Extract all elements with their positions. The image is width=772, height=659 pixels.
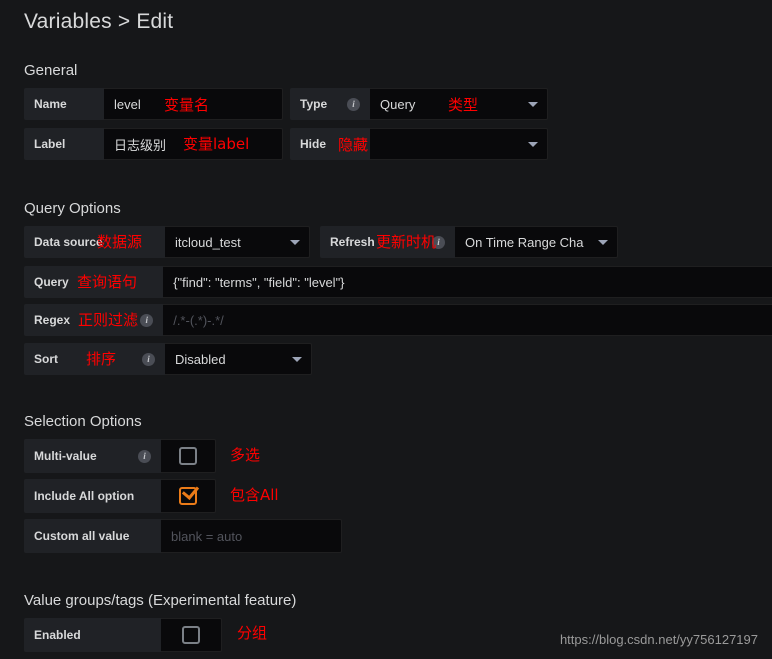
annotation-name: 变量名 <box>164 96 210 114</box>
data-source-select[interactable]: itcloud_test <box>165 226 310 258</box>
annotation-data-source: 数据源 <box>97 233 143 251</box>
refresh-select-value: On Time Range Cha <box>465 234 584 250</box>
annotation-enabled: 分组 <box>237 624 268 642</box>
form-row-include-all: Include All option <box>24 479 216 513</box>
form-row-type: Type i Query <box>290 88 548 120</box>
form-row-multi-value: Multi-value i <box>24 439 216 473</box>
chevron-down-icon <box>290 240 300 245</box>
annotation-regex: 正则过滤 <box>78 311 139 329</box>
annotation-sort: 排序 <box>86 350 117 368</box>
section-heading-selection-options: Selection Options <box>24 413 142 430</box>
form-row-sort: Sort i Disabled <box>24 343 312 375</box>
chevron-down-icon <box>528 142 538 147</box>
hide-select[interactable] <box>370 128 548 160</box>
chevron-down-icon <box>292 357 302 362</box>
multi-value-label: Multi-value <box>34 449 97 463</box>
type-select-value: Query <box>380 96 416 112</box>
include-all-label: Include All option <box>24 479 161 513</box>
section-heading-query-options: Query Options <box>24 200 121 217</box>
form-row-custom-all-value: Custom all value blank = auto <box>24 519 342 553</box>
multi-value-checkbox-cell[interactable] <box>161 439 216 473</box>
sort-label: Sort <box>34 352 58 366</box>
form-row-data-source: Data source itcloud_test <box>24 226 310 258</box>
chevron-down-icon <box>528 102 538 107</box>
annotation-type: 类型 <box>448 96 479 114</box>
enabled-label: Enabled <box>24 618 161 652</box>
form-row-refresh: Refresh i On Time Range Cha <box>320 226 618 258</box>
type-label-cell: Type i <box>290 88 370 120</box>
query-input[interactable]: {"find": "terms", "field": "level"} <box>163 266 772 298</box>
name-label: Name <box>24 88 104 120</box>
refresh-label: Refresh <box>330 235 375 249</box>
multi-value-label-cell: Multi-value i <box>24 439 161 473</box>
custom-all-value-input[interactable]: blank = auto <box>161 519 342 553</box>
info-icon[interactable]: i <box>140 313 154 327</box>
type-label: Type <box>300 97 328 111</box>
annotation-multi-value: 多选 <box>230 446 261 464</box>
include-all-checkbox-cell[interactable] <box>161 479 216 513</box>
enabled-checkbox[interactable] <box>182 626 200 644</box>
section-heading-value-groups: Value groups/tags (Experimental feature) <box>24 592 297 609</box>
annotation-label: 变量label <box>183 135 250 153</box>
annotation-include-all: 包含All <box>230 486 279 504</box>
regex-input[interactable]: /.*-(.*)-.*/ <box>163 304 772 336</box>
multi-value-checkbox[interactable] <box>179 447 197 465</box>
section-heading-general: General <box>24 62 78 79</box>
include-all-checkbox[interactable] <box>179 487 197 505</box>
form-row-name: Name level <box>24 88 283 120</box>
annotation-refresh: 更新时机 <box>376 233 437 251</box>
data-source-label: Data source <box>24 226 165 258</box>
form-row-enabled: Enabled <box>24 618 222 652</box>
regex-label: Regex <box>34 313 71 327</box>
refresh-select[interactable]: On Time Range Cha <box>455 226 618 258</box>
sort-select[interactable]: Disabled <box>165 343 312 375</box>
data-source-select-value: itcloud_test <box>175 234 241 250</box>
info-icon[interactable]: i <box>347 97 360 111</box>
sort-select-value: Disabled <box>175 351 226 367</box>
enabled-checkbox-cell[interactable] <box>161 618 222 652</box>
label-label: Label <box>24 128 104 160</box>
annotation-hide: 隐藏 <box>338 136 369 154</box>
watermark-url: https://blog.csdn.net/yy756127197 <box>559 632 758 647</box>
form-row-hide: Hide <box>290 128 548 160</box>
info-icon[interactable]: i <box>138 449 151 463</box>
custom-all-value-label: Custom all value <box>24 519 161 553</box>
info-icon[interactable]: i <box>142 352 155 366</box>
annotation-query: 查询语句 <box>77 273 138 291</box>
page-title: Variables > Edit <box>24 10 174 33</box>
chevron-down-icon <box>598 240 608 245</box>
